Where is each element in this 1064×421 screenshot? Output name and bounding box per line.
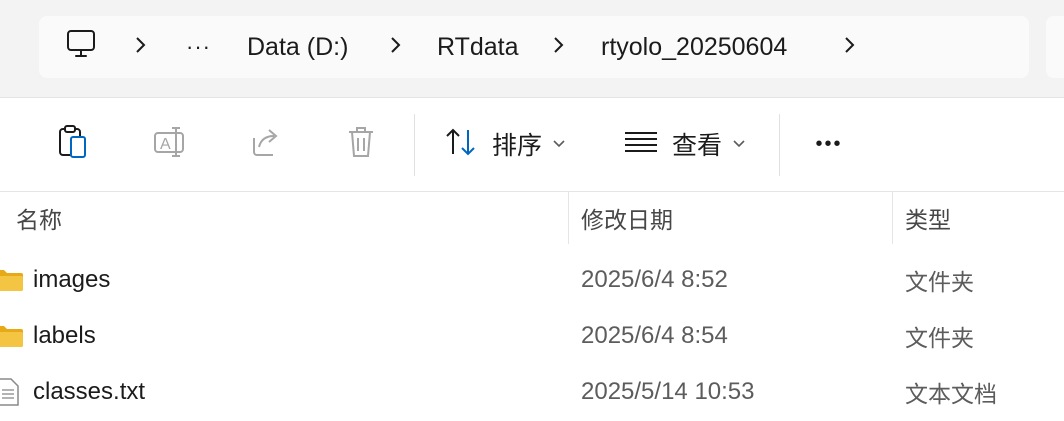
column-header-date[interactable]: 修改日期 (581, 192, 673, 244)
file-name: labels (33, 322, 96, 349)
file-name: images (33, 266, 111, 293)
breadcrumb-chevron[interactable] (388, 16, 402, 78)
file-date: 2025/6/4 8:52 (581, 266, 728, 293)
view-list-icon (624, 130, 658, 159)
breadcrumb-drive[interactable]: Data (D:) (247, 16, 348, 78)
clipboard-icon (56, 124, 90, 165)
breadcrumb-folder-current[interactable]: rtyolo_20250604 (601, 16, 787, 78)
trash-icon (346, 125, 376, 164)
file-row[interactable]: classes.txt 2025/5/14 10:53 文本文档 (0, 364, 1064, 420)
chevron-right-icon (842, 33, 856, 62)
delete-button[interactable] (336, 98, 386, 190)
toolbar-divider (779, 114, 780, 176)
more-options-button[interactable]: ••• (804, 98, 854, 190)
view-label: 查看 (672, 131, 723, 160)
chevron-down-icon (732, 139, 746, 149)
chevron-right-icon (133, 33, 147, 62)
sort-label: 排序 (492, 131, 543, 160)
search-box-edge[interactable] (1046, 16, 1064, 78)
address-bar-region: ··· Data (D:) RTdata rtyolo_20250604 (0, 0, 1064, 98)
share-icon (249, 126, 283, 163)
breadcrumb-overflow[interactable]: ··· (186, 16, 211, 78)
column-resize-handle[interactable] (892, 192, 893, 244)
text-file-icon (0, 364, 20, 420)
column-resize-handle[interactable] (568, 192, 569, 244)
column-header-row: 名称 修改日期 类型 (0, 191, 1064, 244)
folder-icon (0, 252, 24, 308)
chevron-right-icon (551, 33, 565, 62)
address-bar[interactable]: ··· Data (D:) RTdata rtyolo_20250604 (39, 16, 1029, 78)
file-row[interactable]: images 2025/6/4 8:52 文件夹 (0, 252, 1064, 308)
rename-button[interactable]: A (145, 98, 195, 190)
paste-button[interactable] (48, 98, 98, 190)
breadcrumb-folder-rtdata[interactable]: RTdata (437, 16, 519, 78)
svg-text:A: A (160, 136, 171, 153)
share-button[interactable] (241, 98, 291, 190)
file-type: 文件夹 (905, 326, 974, 352)
sort-button[interactable]: 排序 (444, 98, 574, 190)
sort-arrows-icon (444, 127, 478, 162)
breadcrumb-chevron[interactable] (551, 16, 565, 78)
breadcrumb-chevron[interactable] (133, 16, 147, 78)
file-type: 文件夹 (905, 270, 974, 296)
folder-icon (0, 308, 24, 364)
breadcrumb-chevron[interactable] (842, 16, 856, 78)
column-header-name[interactable]: 名称 (16, 192, 62, 244)
file-name: classes.txt (33, 378, 146, 405)
this-pc-button[interactable] (65, 16, 97, 78)
command-bar: A 排序 查看 ••• (0, 98, 1064, 190)
file-date: 2025/6/4 8:54 (581, 322, 728, 349)
toolbar-divider (414, 114, 415, 176)
file-date: 2025/5/14 10:53 (581, 378, 755, 405)
rename-icon: A (152, 125, 188, 164)
monitor-icon (65, 29, 97, 66)
file-type: 文本文档 (905, 382, 997, 408)
view-button[interactable]: 查看 (624, 98, 754, 190)
chevron-down-icon (552, 139, 566, 149)
column-header-type[interactable]: 类型 (905, 192, 951, 244)
file-row[interactable]: labels 2025/6/4 8:54 文件夹 (0, 308, 1064, 364)
chevron-right-icon (388, 33, 402, 62)
